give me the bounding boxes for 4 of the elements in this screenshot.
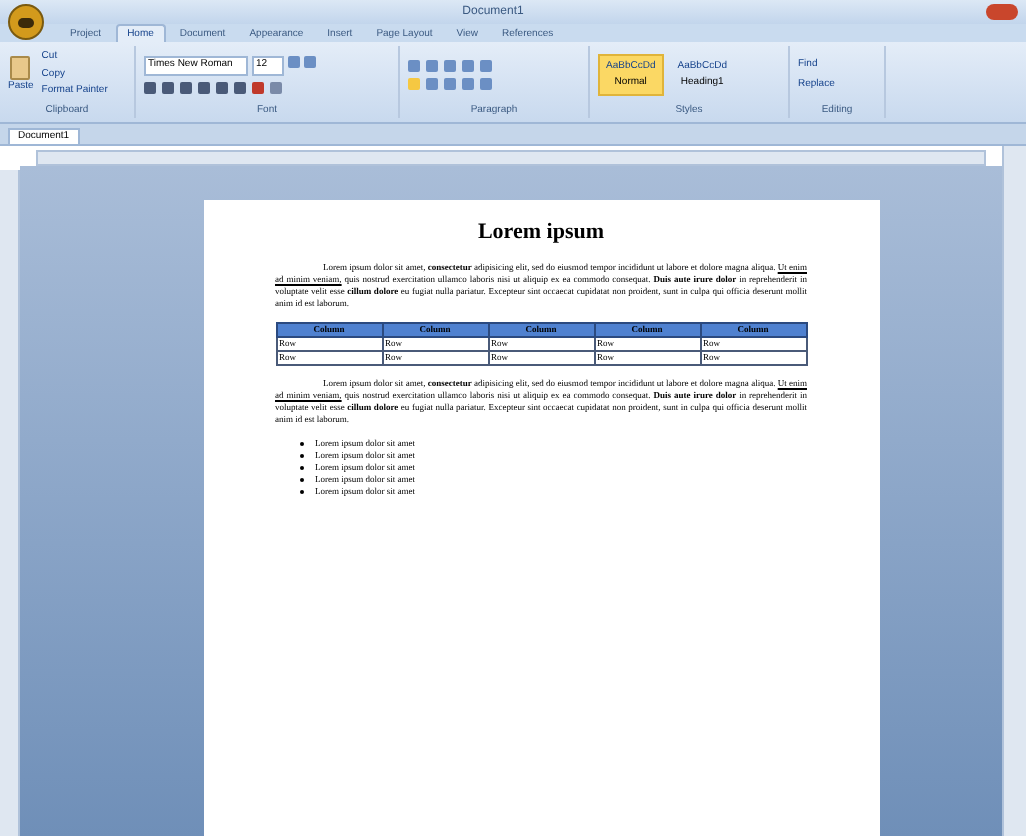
close-icon[interactable] xyxy=(986,4,1018,20)
vertical-scrollbar[interactable] xyxy=(1002,146,1026,836)
app-logo-icon[interactable] xyxy=(8,4,44,40)
document-title: Lorem ipsum xyxy=(475,218,607,248)
